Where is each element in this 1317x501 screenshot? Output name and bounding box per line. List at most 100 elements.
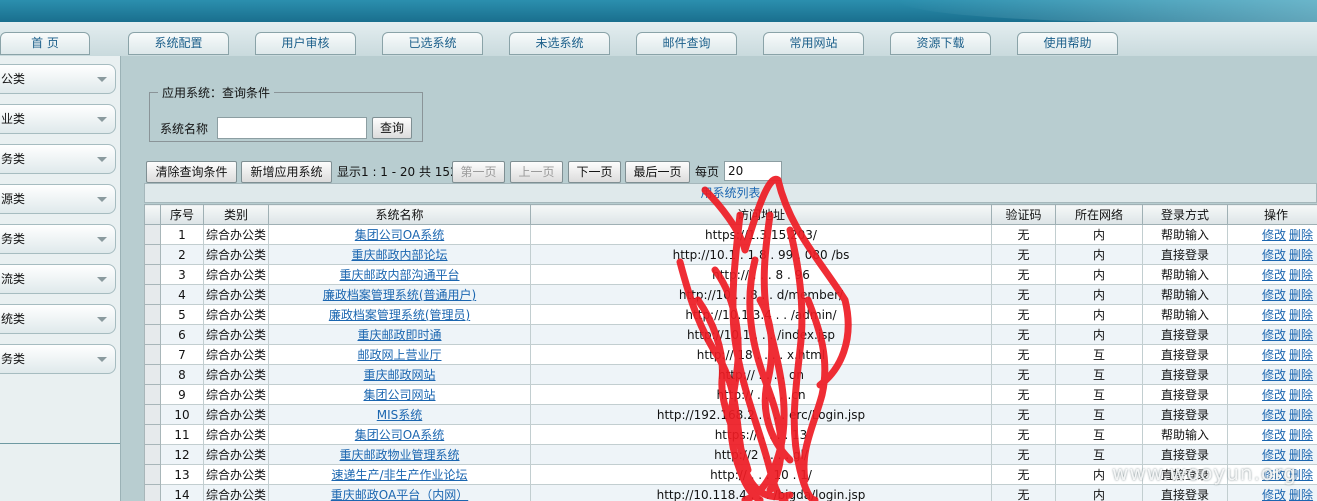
- delete-link[interactable]: 删除: [1289, 228, 1313, 242]
- edit-link[interactable]: 修改: [1262, 328, 1286, 342]
- edit-link[interactable]: 修改: [1262, 428, 1286, 442]
- row-actions: 修改 删除: [1227, 244, 1317, 265]
- per-page-input[interactable]: 20: [724, 161, 782, 181]
- sidebar-divider: [0, 443, 120, 444]
- row-system-name-cell: 集团公司OA系统: [268, 424, 531, 445]
- header-captcha: 验证码: [991, 204, 1056, 225]
- sidebar-item-business[interactable]: 业类: [0, 104, 116, 134]
- row-handle: [144, 464, 161, 485]
- row-actions: 修改 删除: [1227, 384, 1317, 405]
- add-system-button[interactable]: 新增应用系统: [241, 161, 332, 183]
- edit-link[interactable]: 修改: [1262, 408, 1286, 422]
- delete-link[interactable]: 删除: [1289, 288, 1313, 302]
- row-login-method: 帮助输入: [1142, 424, 1228, 445]
- system-name-link[interactable]: 邮政网上营业厅: [357, 348, 441, 362]
- row-url: http://10.1 . 1.8 . 99 . 080 /bs: [530, 244, 992, 265]
- delete-link[interactable]: 删除: [1289, 448, 1313, 462]
- row-network: 内: [1055, 484, 1143, 501]
- first-page-button[interactable]: 第一页: [452, 161, 505, 183]
- last-page-button[interactable]: 最后一页: [625, 161, 690, 183]
- delete-link[interactable]: 删除: [1289, 248, 1313, 262]
- sidebar-item-system[interactable]: 统类: [0, 304, 116, 334]
- chevron-down-icon: [97, 197, 107, 202]
- system-name-link[interactable]: 集团公司网站: [363, 388, 435, 402]
- tab-downloads[interactable]: 资源下载: [890, 32, 991, 55]
- edit-link[interactable]: 修改: [1262, 348, 1286, 362]
- header-number: 序号: [160, 204, 204, 225]
- system-name-link[interactable]: 集团公司OA系统: [355, 428, 444, 442]
- tab-home[interactable]: 首 页: [0, 32, 90, 55]
- row-category: 综合办公类: [203, 364, 269, 385]
- row-number: 11: [160, 424, 204, 445]
- sidebar-item-resource[interactable]: 源类: [0, 184, 116, 214]
- tab-common-sites[interactable]: 常用网站: [763, 32, 864, 55]
- edit-link[interactable]: 修改: [1262, 448, 1286, 462]
- prev-page-button[interactable]: 上一页: [510, 161, 563, 183]
- delete-link[interactable]: 删除: [1289, 428, 1313, 442]
- next-page-button[interactable]: 下一页: [568, 161, 621, 183]
- sidebar-item-office[interactable]: 公类: [0, 64, 116, 94]
- row-network: 内: [1055, 304, 1143, 325]
- system-name-input[interactable]: [217, 117, 367, 139]
- tab-unselected-systems[interactable]: 未选系统: [509, 32, 610, 55]
- chevron-down-icon: [97, 117, 107, 122]
- edit-link[interactable]: 修改: [1262, 248, 1286, 262]
- edit-link[interactable]: 修改: [1262, 488, 1286, 501]
- main-content: 应用系统：查询条件 系统名称 查询 清除查询条件 新增应用系统 显示1 : 1 …: [122, 56, 1317, 501]
- tab-mail-query[interactable]: 邮件查询: [636, 32, 737, 55]
- row-handle: [144, 304, 161, 325]
- edit-link[interactable]: 修改: [1262, 388, 1286, 402]
- edit-link[interactable]: 修改: [1262, 228, 1286, 242]
- row-system-name-cell: MIS系统: [268, 404, 531, 425]
- table-row: 3 综合办公类 重庆邮政内部沟通平台 http:// . . . 8 . 96 无内帮助…: [144, 264, 1317, 285]
- row-network: 互: [1055, 344, 1143, 365]
- row-url: http://192.168.2 . . . . erc/Login.jsp: [530, 404, 992, 425]
- row-network: 内: [1055, 284, 1143, 305]
- system-name-link[interactable]: 重庆邮政OA平台（内网）: [331, 488, 468, 501]
- edit-link[interactable]: 修改: [1262, 268, 1286, 282]
- system-name-link[interactable]: MIS系统: [377, 408, 423, 422]
- system-name-link[interactable]: 重庆邮政网站: [363, 368, 435, 382]
- row-number: 7: [160, 344, 204, 365]
- row-actions: 修改 删除: [1227, 324, 1317, 345]
- delete-link[interactable]: 删除: [1289, 388, 1313, 402]
- system-name-link[interactable]: 集团公司OA系统: [355, 228, 444, 242]
- row-login-method: 直接登录: [1142, 364, 1228, 385]
- row-system-name-cell: 重庆邮政内部论坛: [268, 244, 531, 265]
- sidebar-item-flow[interactable]: 流类: [0, 264, 116, 294]
- row-actions: 修改 删除: [1227, 344, 1317, 365]
- tab-user-review[interactable]: 用户审核: [255, 32, 356, 55]
- system-name-link[interactable]: 速递生产/非生产作业论坛: [331, 468, 467, 482]
- edit-link[interactable]: 修改: [1262, 308, 1286, 322]
- system-name-link[interactable]: 廉政档案管理系统(普通用户): [323, 288, 476, 302]
- row-category: 综合办公类: [203, 264, 269, 285]
- system-name-link[interactable]: 廉政档案管理系统(管理员): [329, 308, 470, 322]
- edit-link[interactable]: 修改: [1262, 368, 1286, 382]
- delete-link[interactable]: 删除: [1289, 408, 1313, 422]
- delete-link[interactable]: 删除: [1289, 368, 1313, 382]
- tab-system-config[interactable]: 系统配置: [128, 32, 229, 55]
- delete-link[interactable]: 删除: [1289, 328, 1313, 342]
- delete-link[interactable]: 删除: [1289, 268, 1313, 282]
- edit-link[interactable]: 修改: [1262, 288, 1286, 302]
- row-captcha: 无: [991, 464, 1056, 485]
- delete-link[interactable]: 删除: [1289, 488, 1313, 501]
- system-name-link[interactable]: 重庆邮政物业管理系统: [339, 448, 459, 462]
- sidebar-item-affairs-2[interactable]: 务类: [0, 344, 116, 374]
- sidebar-item-affairs[interactable]: 务类: [0, 224, 116, 254]
- delete-link[interactable]: 删除: [1289, 348, 1313, 362]
- system-name-link[interactable]: 重庆邮政即时通: [357, 328, 441, 342]
- row-handle: [144, 324, 161, 345]
- tab-help[interactable]: 使用帮助: [1017, 32, 1118, 55]
- search-button[interactable]: 查询: [372, 117, 412, 139]
- delete-link[interactable]: 删除: [1289, 308, 1313, 322]
- system-name-link[interactable]: 重庆邮政内部沟通平台: [339, 268, 459, 282]
- clear-conditions-button[interactable]: 清除查询条件: [146, 161, 237, 183]
- row-number: 13: [160, 464, 204, 485]
- system-name-link[interactable]: 重庆邮政内部论坛: [351, 248, 447, 262]
- tab-selected-systems[interactable]: 已选系统: [382, 32, 483, 55]
- header-category: 类别: [203, 204, 269, 225]
- header-login-method: 登录方式: [1142, 204, 1228, 225]
- sidebar-item-service[interactable]: 务类: [0, 144, 116, 174]
- row-handle: [144, 404, 161, 425]
